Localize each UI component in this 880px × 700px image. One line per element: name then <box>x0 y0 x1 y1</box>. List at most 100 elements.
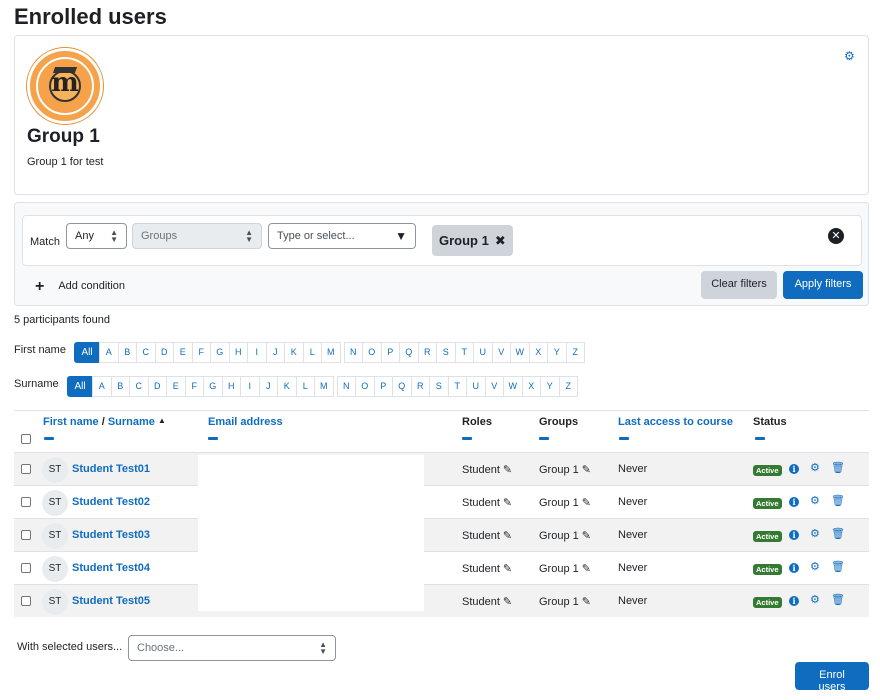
edit-enrolment-gear-icon[interactable]: ⚙ <box>810 594 820 606</box>
surname-initial-a[interactable]: A <box>92 376 112 397</box>
clear-filters-button[interactable]: Clear filters <box>701 271 777 299</box>
edit-enrolment-gear-icon[interactable]: ⚙ <box>810 495 820 507</box>
first-name-initial-a[interactable]: A <box>99 342 119 363</box>
first-name-initial-n[interactable]: N <box>343 342 363 363</box>
surname-initial-k[interactable]: K <box>277 376 297 397</box>
surname-initial-x[interactable]: X <box>521 376 541 397</box>
first-name-initial-m[interactable]: M <box>321 342 341 363</box>
enrolment-info-icon[interactable]: i <box>789 530 799 540</box>
row-match-select[interactable]: Any ▲ ▼ <box>66 223 127 249</box>
surname-initial-n[interactable]: N <box>336 376 356 397</box>
first-name-initial-e[interactable]: E <box>173 342 193 363</box>
collapse-last-access-icon[interactable] <box>619 437 629 440</box>
first-name-initial-x[interactable]: X <box>528 342 548 363</box>
unenrol-trash-icon[interactable]: 🗑 <box>831 594 845 606</box>
first-name-initial-l[interactable]: L <box>302 342 322 363</box>
enrolment-info-icon[interactable]: i <box>789 563 799 573</box>
sort-email[interactable]: Email address <box>208 416 283 428</box>
first-name-initial-g[interactable]: G <box>210 342 230 363</box>
surname-initial-y[interactable]: Y <box>540 376 560 397</box>
row-select-checkbox[interactable] <box>21 596 31 606</box>
user-name-link[interactable]: Student Test02 <box>72 496 150 508</box>
add-condition-button[interactable]: + Add condition <box>35 278 125 296</box>
enrol-users-button[interactable]: Enrol users <box>795 662 869 693</box>
apply-filters-button[interactable]: Apply filters <box>783 271 863 299</box>
surname-initial-j[interactable]: J <box>258 376 278 397</box>
first-name-initial-q[interactable]: Q <box>399 342 419 363</box>
collapse-roles-icon[interactable] <box>462 437 472 440</box>
collapse-groups-icon[interactable] <box>539 437 549 440</box>
surname-initial-e[interactable]: E <box>166 376 186 397</box>
edit-enrolment-gear-icon[interactable]: ⚙ <box>810 561 820 573</box>
collapse-status-icon[interactable] <box>755 437 765 440</box>
user-name-link[interactable]: Student Test04 <box>72 562 150 574</box>
surname-initial-i[interactable]: I <box>240 376 260 397</box>
surname-initial-d[interactable]: D <box>147 376 167 397</box>
edit-enrolment-gear-icon[interactable]: ⚙ <box>810 528 820 540</box>
user-name-link[interactable]: Student Test05 <box>72 595 150 607</box>
select-all-checkbox[interactable] <box>21 434 31 444</box>
edit-role-pencil-icon[interactable]: ✎ <box>503 497 512 509</box>
first-name-initial-all[interactable]: All <box>74 342 100 363</box>
surname-initial-m[interactable]: M <box>314 376 334 397</box>
sort-last-access[interactable]: Last access to course <box>618 416 733 428</box>
edit-role-pencil-icon[interactable]: ✎ <box>503 596 512 608</box>
edit-group-pencil-icon[interactable]: ✎ <box>582 464 591 476</box>
surname-initial-all[interactable]: All <box>67 376 93 397</box>
surname-initial-q[interactable]: Q <box>392 376 412 397</box>
first-name-initial-k[interactable]: K <box>284 342 304 363</box>
collapse-first-name-icon[interactable] <box>44 437 54 440</box>
edit-role-pencil-icon[interactable]: ✎ <box>503 563 512 575</box>
surname-initial-w[interactable]: W <box>503 376 523 397</box>
first-name-initial-u[interactable]: U <box>473 342 493 363</box>
edit-group-pencil-icon[interactable]: ✎ <box>582 596 591 608</box>
first-name-initial-c[interactable]: C <box>136 342 156 363</box>
first-name-initial-r[interactable]: R <box>417 342 437 363</box>
surname-initial-v[interactable]: V <box>484 376 504 397</box>
first-name-initial-y[interactable]: Y <box>547 342 567 363</box>
first-name-initial-w[interactable]: W <box>510 342 530 363</box>
row-select-checkbox[interactable] <box>21 530 31 540</box>
unenrol-trash-icon[interactable]: 🗑 <box>831 495 845 507</box>
surname-initial-p[interactable]: P <box>373 376 393 397</box>
unenrol-trash-icon[interactable]: 🗑 <box>831 528 845 540</box>
first-name-initial-f[interactable]: F <box>191 342 211 363</box>
surname-initial-l[interactable]: L <box>295 376 315 397</box>
first-name-initial-h[interactable]: H <box>228 342 248 363</box>
edit-group-pencil-icon[interactable]: ✎ <box>582 563 591 575</box>
surname-initial-h[interactable]: H <box>221 376 241 397</box>
row-select-checkbox[interactable] <box>21 563 31 573</box>
first-name-initial-p[interactable]: P <box>380 342 400 363</box>
edit-group-pencil-icon[interactable]: ✎ <box>582 497 591 509</box>
user-name-link[interactable]: Student Test01 <box>72 463 150 475</box>
filter-type-select[interactable]: Groups ▲ ▼ <box>132 223 262 249</box>
first-name-initial-o[interactable]: O <box>362 342 382 363</box>
surname-initial-f[interactable]: F <box>184 376 204 397</box>
enrolment-info-icon[interactable]: i <box>789 497 799 507</box>
edit-role-pencil-icon[interactable]: ✎ <box>503 464 512 476</box>
unenrol-trash-icon[interactable]: 🗑 <box>831 462 845 474</box>
surname-initial-s[interactable]: S <box>429 376 449 397</box>
enrolment-info-icon[interactable]: i <box>789 464 799 474</box>
enrolment-info-icon[interactable]: i <box>789 596 799 606</box>
surname-initial-c[interactable]: C <box>129 376 149 397</box>
edit-role-pencil-icon[interactable]: ✎ <box>503 530 512 542</box>
first-name-initial-z[interactable]: Z <box>565 342 585 363</box>
collapse-email-icon[interactable] <box>208 437 218 440</box>
row-select-checkbox[interactable] <box>21 497 31 507</box>
group-autocomplete-input[interactable]: Type or select... ▼ <box>268 223 416 249</box>
unenrol-trash-icon[interactable]: 🗑 <box>831 561 845 573</box>
sort-first-name[interactable]: First name / Surname ▲ <box>43 416 166 428</box>
group-settings-gear-icon[interactable]: ⚙ <box>844 50 855 62</box>
selected-group-chip[interactable]: Group 1 ✖ <box>432 225 513 256</box>
user-name-link[interactable]: Student Test03 <box>72 529 150 541</box>
remove-chip-icon[interactable]: ✖ <box>495 233 506 248</box>
first-name-initial-i[interactable]: I <box>247 342 267 363</box>
surname-initial-u[interactable]: U <box>466 376 486 397</box>
first-name-initial-j[interactable]: J <box>265 342 285 363</box>
edit-group-pencil-icon[interactable]: ✎ <box>582 530 591 542</box>
surname-initial-t[interactable]: T <box>447 376 467 397</box>
first-name-initial-t[interactable]: T <box>454 342 474 363</box>
edit-enrolment-gear-icon[interactable]: ⚙ <box>810 462 820 474</box>
first-name-initial-d[interactable]: D <box>154 342 174 363</box>
